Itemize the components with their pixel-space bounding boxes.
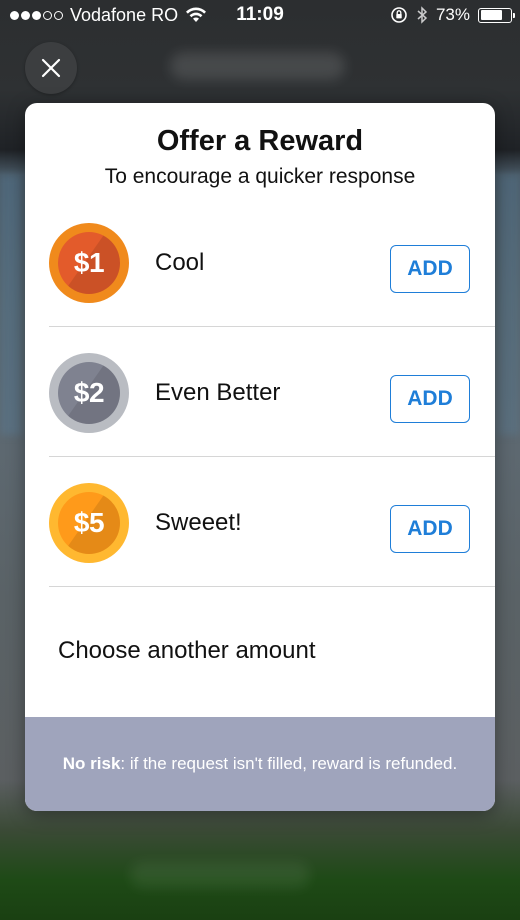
background-title-blur <box>170 52 345 80</box>
modal-title: Offer a Reward <box>156 125 364 157</box>
reward-option-1: $1 Cool ADD <box>25 197 495 327</box>
refund-notice: No risk: if the request isn't filled, re… <box>25 717 495 811</box>
wifi-icon <box>185 7 207 23</box>
reward-modal: Offer a Reward To encourage a quicker re… <box>25 103 495 811</box>
status-left: Vodafone RO <box>10 5 207 26</box>
choose-another-amount-link[interactable]: Choose another amount <box>58 637 316 665</box>
carrier-name: Vodafone RO <box>70 4 179 25</box>
reward-option-3: $5 Sweeet! ADD <box>25 457 495 587</box>
reward-label: Cool <box>155 249 205 276</box>
background-content-blur <box>498 175 520 435</box>
close-button[interactable] <box>25 42 77 94</box>
add-reward-1-button[interactable]: ADD <box>390 245 470 293</box>
status-right: 73% <box>390 5 515 25</box>
coin-amount: $1 <box>73 247 105 278</box>
bluetooth-icon <box>416 6 428 24</box>
battery-icon <box>478 7 515 23</box>
modal-subtitle: To encourage a quicker response <box>104 165 416 188</box>
battery-percent: 73% <box>435 5 470 24</box>
coin-amount: $5 <box>73 507 105 538</box>
reward-option-2: $2 Even Better ADD <box>25 327 495 457</box>
close-icon <box>41 58 61 78</box>
status-time: 11:09 <box>236 4 284 25</box>
add-reward-2-button[interactable]: ADD <box>390 375 470 423</box>
battery-level <box>480 10 502 20</box>
background-footer-blur <box>130 862 310 888</box>
background-content-blur <box>0 175 22 435</box>
status-bar: Vodafone RO 11:09 73% <box>0 0 520 30</box>
notice-text: : if the request isn't filled, reward is… <box>120 754 458 773</box>
reward-label: Even Better <box>155 379 281 406</box>
coin-amount: $2 <box>73 377 105 408</box>
reward-label: Sweeet! <box>155 509 242 536</box>
divider <box>49 586 495 587</box>
signal-strength-icon <box>10 10 63 20</box>
notice-bold-text: No risk <box>62 754 121 773</box>
orientation-lock-icon <box>390 6 408 24</box>
coin-1-dollar-icon: $1 <box>49 223 129 303</box>
add-reward-3-button[interactable]: ADD <box>390 505 470 553</box>
coin-2-dollar-icon: $2 <box>49 353 129 433</box>
coin-5-dollar-icon: $5 <box>49 483 129 563</box>
